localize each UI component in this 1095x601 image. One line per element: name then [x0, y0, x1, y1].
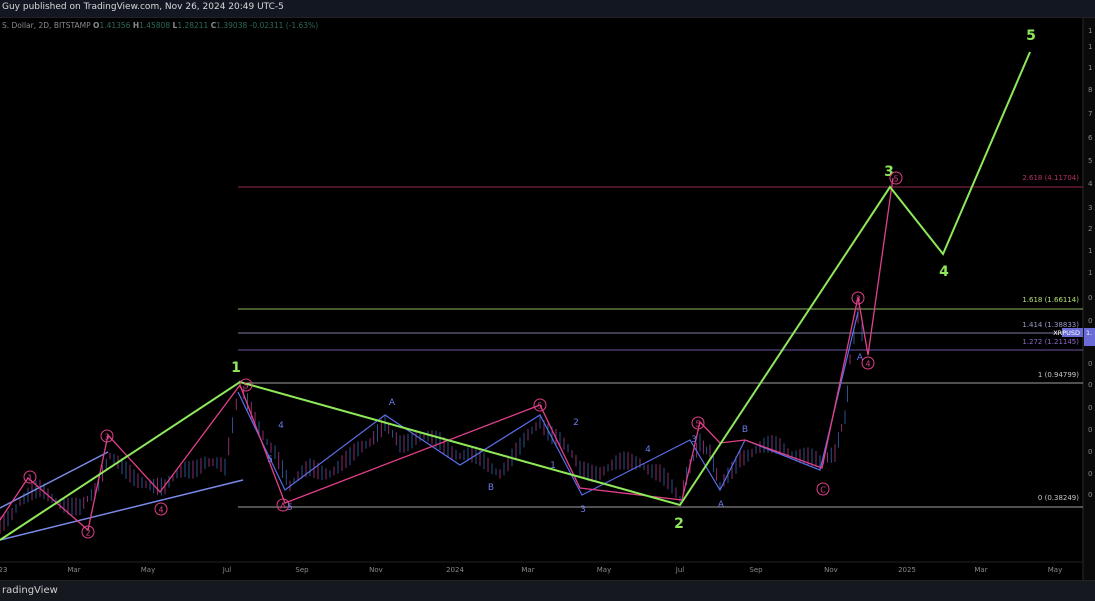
time-axis-tick: May — [597, 566, 611, 574]
minor-wave-label: 4 — [158, 506, 163, 515]
primary-wave-label: 2 — [674, 516, 684, 532]
price-tag-value: 1. — [1086, 329, 1092, 337]
sub-wave-label: B — [742, 425, 748, 435]
minor-wave-label: 5 — [695, 420, 700, 429]
fib-level-label: 1 (0.94799) — [1038, 371, 1079, 379]
minor-wave-label: 5 — [537, 402, 542, 411]
primary-wave-label: 1 — [231, 360, 241, 376]
price-axis-tick: 0 — [1088, 470, 1092, 478]
time-axis-tick: Nov — [824, 566, 838, 574]
fib-level-label: 2.618 (4.11704) — [1022, 174, 1079, 182]
time-axis-tick: Mar — [67, 566, 80, 574]
price-axis-tick: 1 — [1088, 64, 1092, 72]
sub-wave-label: 4 — [645, 445, 651, 455]
primary-wave-label: 4 — [939, 264, 949, 280]
tradingview-footer: radingView — [0, 580, 1095, 601]
sub-wave-label: B — [488, 483, 494, 493]
price-axis-tick: 4 — [1088, 180, 1093, 188]
primary-wave-label: 5 — [1026, 28, 1036, 44]
sub-wave-label: 4 — [278, 421, 284, 431]
sub-wave-label: A — [389, 398, 396, 408]
minor-wave-label: 2 — [85, 529, 90, 538]
sub-wave-label: 5 — [287, 503, 293, 513]
price-axis-tick: 0 — [1088, 491, 1092, 499]
minor-wave-label: 3 — [855, 295, 860, 304]
sub-wave-label: A — [857, 353, 864, 363]
sub-wave-label: 5 — [267, 455, 273, 465]
minor-wave-label: 4 — [865, 360, 870, 369]
price-axis-tick: 7 — [1088, 110, 1092, 118]
sub-wave-label: 1 — [550, 461, 556, 471]
minor-wave-label: 1 — [27, 474, 32, 483]
time-axis-tick: May — [1048, 566, 1062, 574]
price-axis-tick: 1 — [1088, 247, 1092, 255]
time-axis-tick: May — [141, 566, 155, 574]
minor-wave-label: C — [820, 486, 826, 495]
brand-text: radingView — [2, 585, 58, 596]
time-axis-tick: Mar — [974, 566, 987, 574]
price-axis-tick: 6 — [1088, 134, 1093, 142]
price-axis-tick: 0 — [1088, 360, 1092, 368]
fib-level-label: 1.414 (1.38833) — [1022, 321, 1079, 329]
minor-wave-label: 3 — [104, 433, 109, 442]
time-axis-tick: 23 — [0, 566, 7, 574]
time-axis-tick: Mar — [521, 566, 534, 574]
price-chart[interactable]: 111876543211000000000023MarMayJulSepNov2… — [0, 0, 1095, 600]
sub-wave-label: 3 — [691, 435, 697, 445]
time-axis-tick: Jul — [222, 566, 232, 574]
price-axis-tick: 0 — [1088, 448, 1092, 456]
time-axis-tick: 2024 — [446, 566, 464, 574]
price-axis-tick: 0 — [1088, 404, 1092, 412]
time-axis-tick: Sep — [749, 566, 763, 574]
fib-level-label: 1.272 (1.21145) — [1022, 338, 1079, 346]
price-axis-tick: 8 — [1088, 86, 1092, 94]
time-axis-tick: Sep — [295, 566, 309, 574]
sub-wave-label: A — [718, 500, 725, 510]
primary-wave-path — [0, 51, 1031, 541]
price-axis-tick: 0 — [1088, 381, 1092, 389]
time-axis-tick: Nov — [369, 566, 383, 574]
price-axis-tick: 1 — [1088, 27, 1092, 35]
price-axis-tick: 0 — [1088, 317, 1092, 325]
minor-wave-label: 5 — [243, 382, 248, 391]
price-axis-tick: 1 — [1088, 269, 1092, 277]
fib-level-label: 0 (0.38249) — [1038, 494, 1079, 502]
minor-wave-label: A — [280, 502, 286, 511]
price-axis-tick: 0 — [1088, 426, 1092, 434]
fib-level-label: 1.618 (1.66114) — [1022, 296, 1079, 304]
price-axis-tick: 2 — [1088, 225, 1092, 233]
price-axis-tick: 1 — [1088, 43, 1092, 51]
primary-wave-label: 3 — [884, 164, 894, 180]
minor-wave-label: 5 — [893, 175, 898, 184]
time-axis-tick: Jul — [675, 566, 685, 574]
price-axis-tick: 5 — [1088, 157, 1092, 165]
price-tag-symbol: XRPUSD — [1053, 329, 1080, 337]
sub-wave-label: 2 — [573, 418, 579, 428]
price-axis-tick: 0 — [1088, 294, 1092, 302]
time-axis-tick: 2025 — [898, 566, 916, 574]
sub-wave-label: 3 — [580, 505, 586, 515]
price-axis-tick: 3 — [1088, 204, 1092, 212]
